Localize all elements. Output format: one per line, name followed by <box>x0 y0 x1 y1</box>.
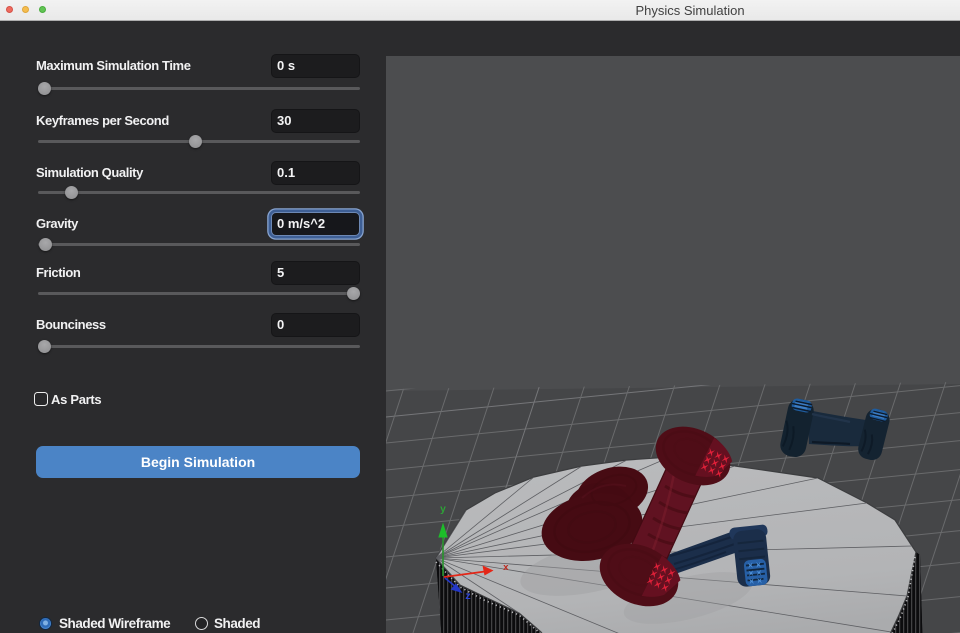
svg-text:y: y <box>440 505 446 516</box>
svg-text:x: x <box>503 562 509 573</box>
svg-text:z: z <box>465 592 471 603</box>
